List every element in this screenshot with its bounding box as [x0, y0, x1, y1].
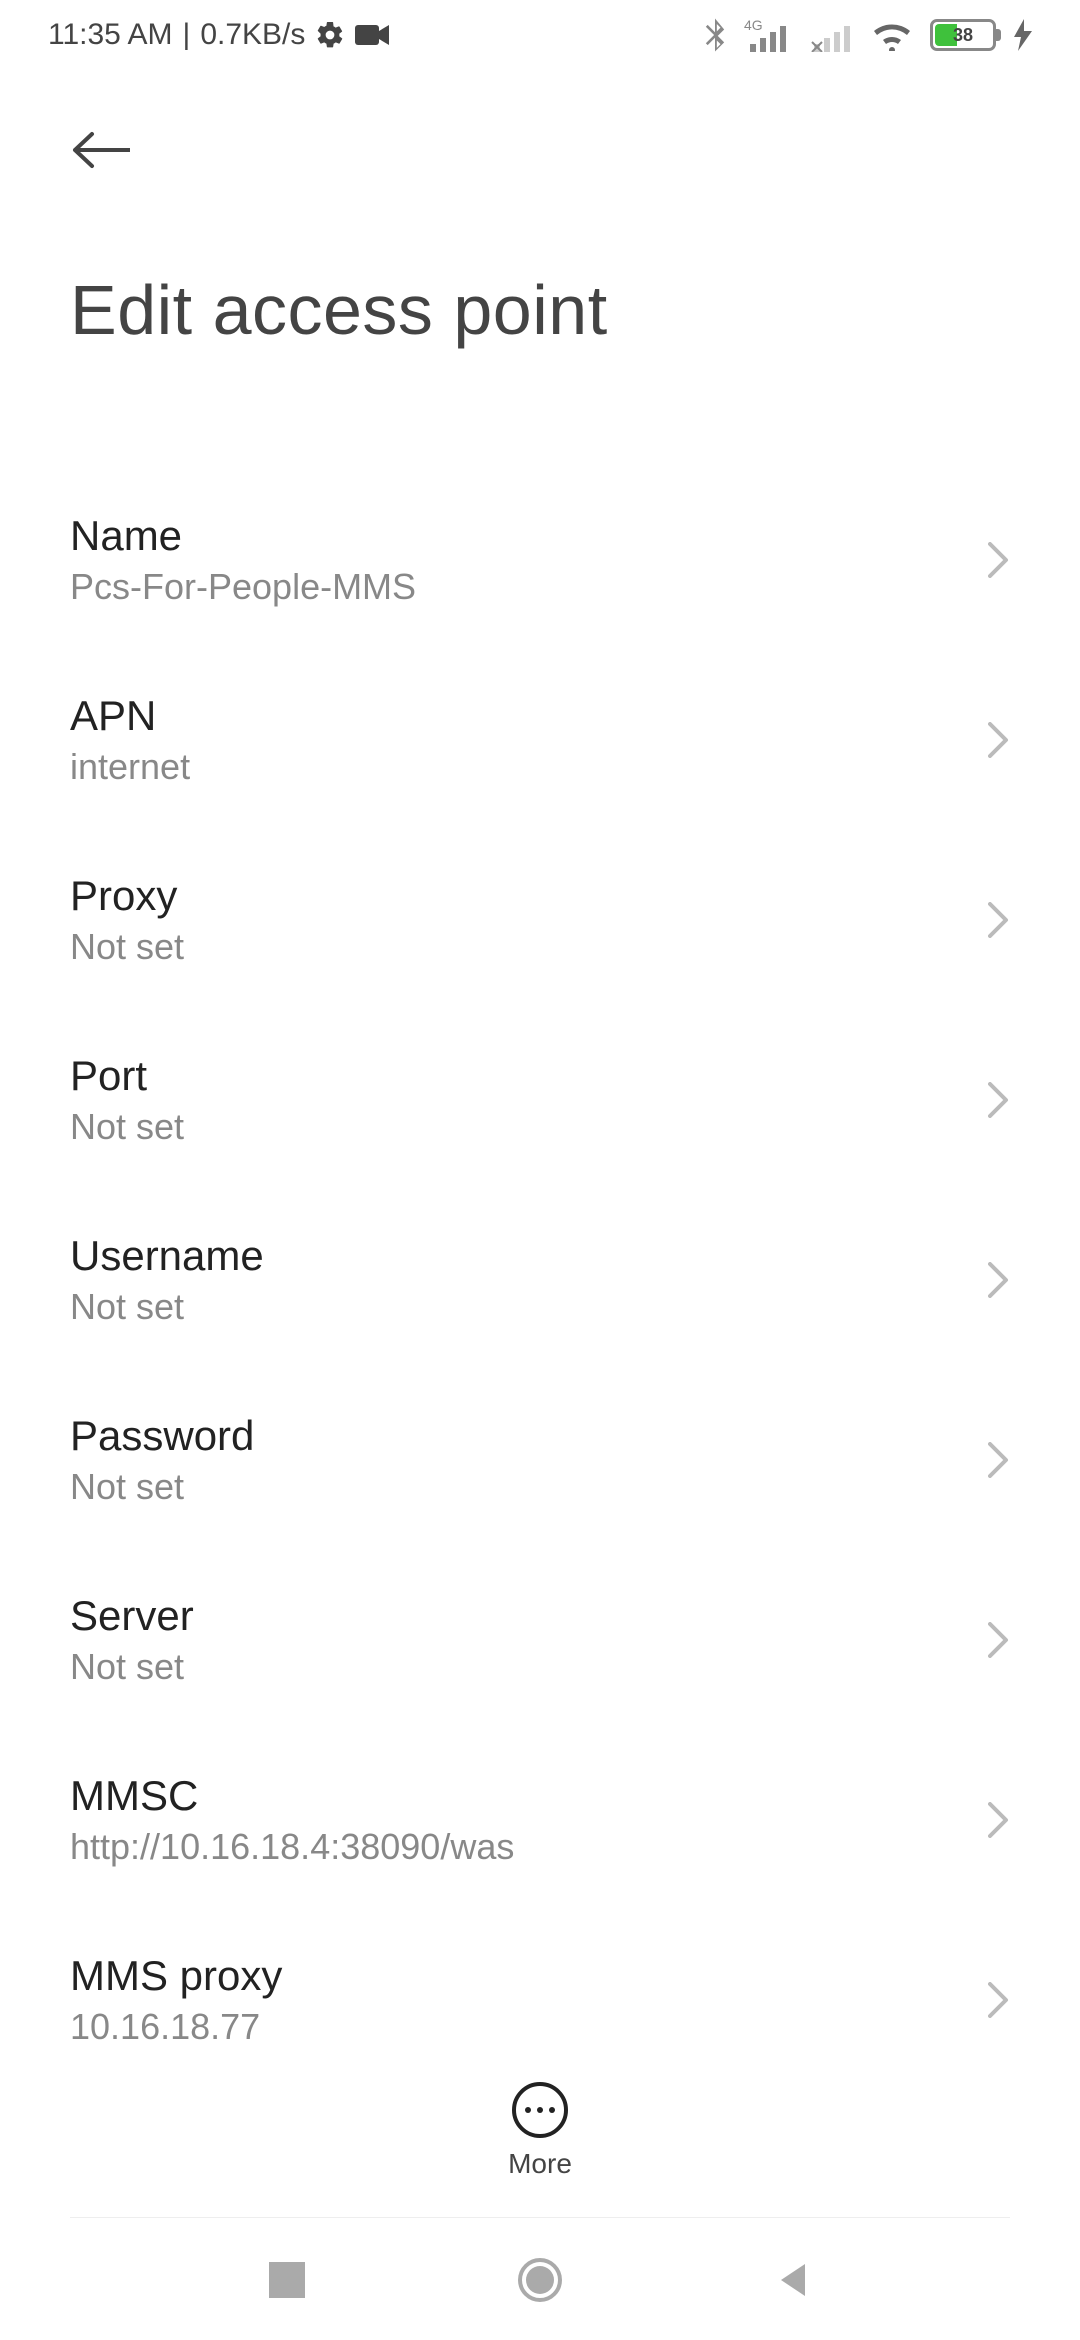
- more-button[interactable]: [512, 2082, 568, 2138]
- battery-percent: 38: [933, 22, 993, 48]
- triangle-left-icon: [775, 2262, 811, 2298]
- settings-list[interactable]: Name Pcs-For-People-MMS APN internet Pro…: [0, 470, 1080, 2340]
- setting-value: Not set: [70, 1646, 194, 1688]
- navigation-bar: [0, 2220, 1080, 2340]
- setting-mms-proxy[interactable]: MMS proxy 10.16.18.77: [70, 1910, 1010, 2090]
- charging-bolt-icon: [1014, 19, 1032, 51]
- setting-mmsc[interactable]: MMSC http://10.16.18.4:38090/was: [70, 1730, 1010, 1910]
- nav-home-button[interactable]: [515, 2255, 565, 2305]
- setting-label: Username: [70, 1232, 264, 1280]
- setting-password[interactable]: Password Not set: [70, 1370, 1010, 1550]
- setting-value: http://10.16.18.4:38090/was: [70, 1826, 514, 1868]
- setting-apn[interactable]: APN internet: [70, 650, 1010, 830]
- divider: [70, 2217, 1010, 2218]
- chevron-right-icon: [988, 1982, 1010, 2018]
- setting-value: Not set: [70, 926, 184, 968]
- setting-label: MMS proxy: [70, 1952, 282, 2000]
- setting-label: Password: [70, 1412, 254, 1460]
- setting-value: 10.16.18.77: [70, 2006, 282, 2048]
- chevron-right-icon: [988, 1262, 1010, 1298]
- page-title: Edit access point: [70, 270, 1010, 350]
- status-time: 11:35 AM: [48, 18, 173, 52]
- status-left: 11:35 AM | 0.7KB/s: [48, 18, 389, 52]
- setting-value: Not set: [70, 1286, 264, 1328]
- setting-value: Not set: [70, 1466, 254, 1508]
- chevron-right-icon: [988, 1082, 1010, 1118]
- status-separator: |: [183, 18, 191, 52]
- setting-label: Name: [70, 512, 416, 560]
- chevron-right-icon: [988, 902, 1010, 938]
- gear-icon: [315, 20, 345, 50]
- chevron-right-icon: [988, 1622, 1010, 1658]
- chevron-right-icon: [988, 722, 1010, 758]
- back-button[interactable]: [70, 120, 130, 180]
- setting-label: APN: [70, 692, 190, 740]
- chevron-right-icon: [988, 1442, 1010, 1478]
- nav-back-button[interactable]: [768, 2255, 818, 2305]
- arrow-left-icon: [70, 130, 130, 170]
- circle-icon: [518, 2258, 562, 2302]
- signal-4g-icon: 4G: [744, 18, 790, 52]
- signal-nosim-icon: [808, 18, 854, 52]
- bluetooth-icon: [704, 18, 726, 52]
- setting-server[interactable]: Server Not set: [70, 1550, 1010, 1730]
- setting-value: internet: [70, 746, 190, 788]
- wifi-icon: [872, 19, 912, 51]
- square-icon: [269, 2262, 305, 2298]
- setting-proxy[interactable]: Proxy Not set: [70, 830, 1010, 1010]
- svg-text:4G: 4G: [744, 18, 763, 33]
- setting-label: MMSC: [70, 1772, 514, 1820]
- more-label: More: [508, 2148, 572, 2180]
- more-dots-icon: [525, 2107, 555, 2113]
- status-right: 4G 38: [704, 18, 1032, 52]
- chevron-right-icon: [988, 542, 1010, 578]
- setting-name[interactable]: Name Pcs-For-People-MMS: [70, 470, 1010, 650]
- setting-username[interactable]: Username Not set: [70, 1190, 1010, 1370]
- status-bar: 11:35 AM | 0.7KB/s 4G 38: [0, 0, 1080, 70]
- status-data-speed: 0.7KB/s: [200, 18, 305, 52]
- setting-label: Proxy: [70, 872, 184, 920]
- bottom-action: More: [0, 2082, 1080, 2180]
- camera-icon: [355, 23, 389, 47]
- setting-port[interactable]: Port Not set: [70, 1010, 1010, 1190]
- header: Edit access point: [0, 70, 1080, 360]
- nav-recent-button[interactable]: [262, 2255, 312, 2305]
- setting-label: Port: [70, 1052, 184, 1100]
- setting-label: Server: [70, 1592, 194, 1640]
- setting-value: Not set: [70, 1106, 184, 1148]
- setting-value: Pcs-For-People-MMS: [70, 566, 416, 608]
- chevron-right-icon: [988, 1802, 1010, 1838]
- battery-icon: 38: [930, 19, 996, 51]
